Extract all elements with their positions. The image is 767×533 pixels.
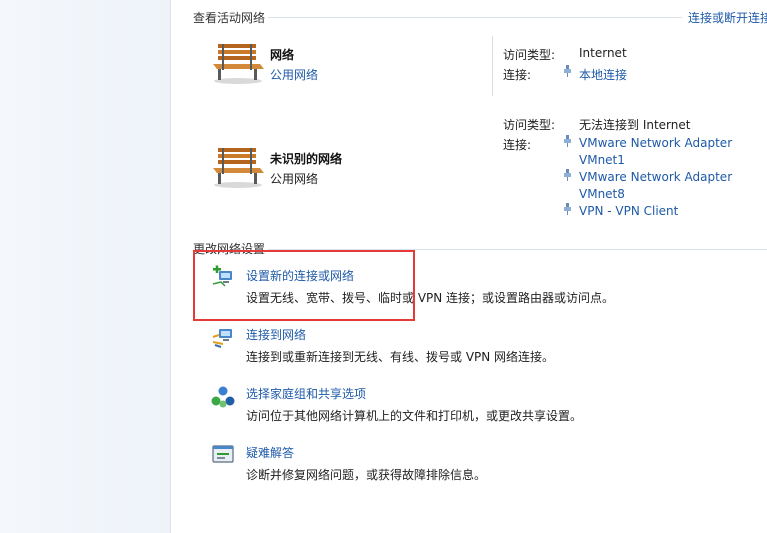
connection-link-vmnet8[interactable]: VMware Network Adapter bbox=[579, 170, 732, 184]
connection-plug-icon bbox=[563, 135, 576, 149]
network-name: 未识别的网络 bbox=[270, 152, 343, 166]
task-homegroup-link[interactable]: 选择家庭组和共享选项 bbox=[246, 385, 366, 402]
active-networks-header: 查看活动网络 bbox=[193, 11, 266, 25]
task-troubleshoot-link[interactable]: 疑难解答 bbox=[246, 444, 294, 461]
task-connect-network-link[interactable]: 连接到网络 bbox=[246, 326, 306, 343]
access-type-label: 访问类型: bbox=[503, 48, 556, 62]
task-description: 连接到或重新连接到无线、有线、拨号或 VPN 网络连接。 bbox=[246, 350, 555, 364]
connections-label: 连接: bbox=[503, 68, 532, 82]
highlight-box bbox=[193, 250, 415, 321]
connection-link-local[interactable]: 本地连接 bbox=[579, 66, 627, 83]
task-description: 诊断并修复网络问题，或获得故障排除信息。 bbox=[246, 468, 487, 482]
connection-link-vmnet1[interactable]: VMware Network Adapter bbox=[579, 136, 732, 150]
bench-network-icon bbox=[213, 148, 264, 188]
homegroup-icon bbox=[211, 386, 235, 408]
network-name: 网络 bbox=[270, 48, 295, 62]
troubleshoot-icon bbox=[212, 445, 234, 463]
access-type-label: 访问类型: bbox=[503, 118, 556, 132]
network-type-link[interactable]: 公用网络 bbox=[270, 66, 318, 83]
network-type: 公用网络 bbox=[270, 172, 319, 186]
connection-link-vmnet1-line2[interactable]: VMnet1 bbox=[579, 153, 625, 167]
header-divider bbox=[268, 17, 682, 18]
connection-plug-icon bbox=[563, 169, 576, 183]
access-type-value: 无法连接到 Internet bbox=[579, 118, 691, 132]
access-type-value: Internet bbox=[579, 46, 627, 60]
connection-plug-icon bbox=[563, 203, 576, 217]
connections-label: 连接: bbox=[503, 138, 532, 152]
network-separator bbox=[492, 36, 493, 96]
connection-plug-icon bbox=[563, 65, 576, 79]
connect-disconnect-link[interactable]: 连接或断开连接 bbox=[688, 9, 767, 26]
left-navigation-pane bbox=[0, 0, 171, 533]
connection-link-vmnet8-line2[interactable]: VMnet8 bbox=[579, 187, 625, 201]
bench-network-icon bbox=[213, 44, 264, 84]
connect-network-icon bbox=[212, 329, 232, 348]
task-description: 访问位于其他网络计算机上的文件和打印机，或更改共享设置。 bbox=[246, 409, 583, 423]
connection-link-vpn[interactable]: VPN - VPN Client bbox=[579, 204, 678, 218]
